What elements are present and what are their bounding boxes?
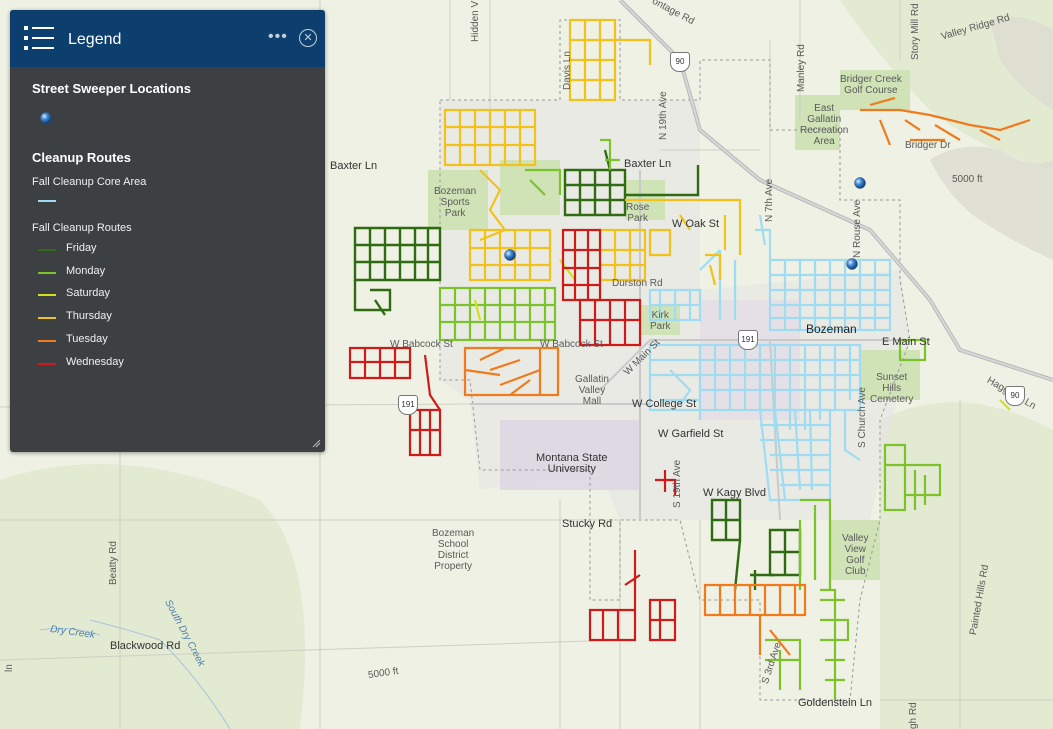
route-label: Tuesday: [66, 332, 108, 345]
road-label-s-church: S Church Ave: [857, 387, 868, 448]
core-area-swatch: [38, 200, 56, 202]
road-label-durston: Durston Rd: [612, 278, 663, 289]
road-label-manley: Manley Rd: [796, 44, 807, 92]
road-label-ln: ln: [4, 664, 15, 672]
road-label-n7th: N 7th Ave: [764, 178, 775, 222]
route-label: Saturday: [66, 287, 111, 300]
contour-label-ne: 5000 ft: [952, 174, 983, 185]
road-label-gh-rd: gh Rd: [908, 702, 919, 729]
route-label: Friday: [66, 242, 97, 254]
place-label-msu: Montana State University: [536, 452, 608, 475]
route-swatch: [38, 249, 56, 251]
park-label-rose-park: Rose Park: [626, 202, 650, 224]
road-label-davis-ln: Davis Ln: [562, 51, 573, 90]
road-label-blackwood: Blackwood Rd: [110, 640, 181, 652]
road-label-w-college: W College St: [632, 398, 697, 410]
route-swatch: [38, 271, 56, 274]
route-swatch: [38, 317, 56, 320]
highway-shield: 191: [398, 395, 418, 415]
road-label-beatty: Beatty Rd: [108, 541, 119, 585]
route-label: Monday: [66, 264, 106, 277]
road-label-stucky: Stucky Rd: [562, 518, 613, 530]
place-label-bridger-creek-gc: Bridger Creek Golf Course: [840, 74, 902, 96]
road-label-baxter-w: Baxter Ln: [330, 160, 378, 172]
road-label-w-oak: W Oak St: [672, 218, 720, 230]
park-label-kirk-park: Kirk Park: [650, 310, 671, 332]
legend-title: Legend: [68, 31, 122, 48]
close-icon[interactable]: ✕: [299, 29, 317, 47]
route-label: Wednesday: [66, 355, 124, 368]
city-label-bozeman: Bozeman: [806, 322, 857, 336]
route-swatch: [38, 339, 56, 342]
route-swatch: [38, 362, 56, 365]
road-label-w-garfield: W Garfield St: [658, 428, 724, 440]
legend-panel: Legend ••• ✕ Street Sweeper Locations Cl…: [10, 10, 325, 452]
road-label-s19th: S 19th Ave: [672, 459, 683, 508]
place-label-school-property: Bozeman School District Property: [432, 528, 475, 572]
place-label-sunset-hills: Sunset Hills Cemetery: [870, 372, 914, 405]
place-label-gallatin-mall: Gallatin Valley Mall: [575, 374, 609, 407]
road-label-baxter-e: Baxter Ln: [624, 158, 672, 170]
road-label-n19th: N 19th Ave: [658, 91, 669, 140]
sweeper-marker[interactable]: [846, 258, 858, 270]
place-label-valley-view-gc: Valley View Golf Club: [842, 533, 869, 577]
sweeper-marker[interactable]: [854, 177, 866, 189]
route-swatch: [38, 294, 56, 297]
place-label-east-gallatin: East Gallatin Recreation Area: [800, 103, 849, 147]
road-label-story-mill: Story Mill Rd: [910, 3, 921, 60]
legend-section-sweepers: Street Sweeper Locations: [32, 81, 191, 96]
legend-routes-sublabel: Fall Cleanup Routes: [32, 222, 132, 234]
route-label: Thursday: [66, 310, 112, 323]
road-label-goldenstein: Goldenstein Ln: [798, 697, 872, 709]
interstate-shield: 90: [1005, 386, 1025, 406]
interstate-shield: 90: [670, 52, 690, 72]
legend-header: Legend ••• ✕: [10, 10, 325, 67]
road-label-e-main: E Main St: [882, 336, 930, 348]
road-label-w-kagy: W Kagy Blvd: [703, 487, 766, 499]
road-label-hidden-valley: Hidden V: [470, 0, 481, 42]
sweeper-marker-icon: [40, 112, 52, 124]
highway-shield: 191: [738, 330, 758, 350]
road-label-n-rouse: N Rouse Ave: [852, 199, 863, 258]
legend-section-routes: Cleanup Routes: [32, 150, 131, 165]
road-label-bridger-dr: Bridger Dr: [905, 140, 951, 151]
road-label-babcock-2: W Babcock St: [540, 339, 603, 350]
resize-handle-icon[interactable]: [311, 438, 321, 448]
sweeper-marker[interactable]: [504, 249, 516, 261]
ellipsis-icon[interactable]: •••: [268, 28, 288, 46]
legend-list-icon: [24, 26, 54, 50]
park-label-sports-park: Bozeman Sports Park: [434, 186, 477, 219]
road-label-babcock-1: W Babcock St: [390, 339, 453, 350]
legend-core-area-label: Fall Cleanup Core Area: [32, 176, 147, 188]
